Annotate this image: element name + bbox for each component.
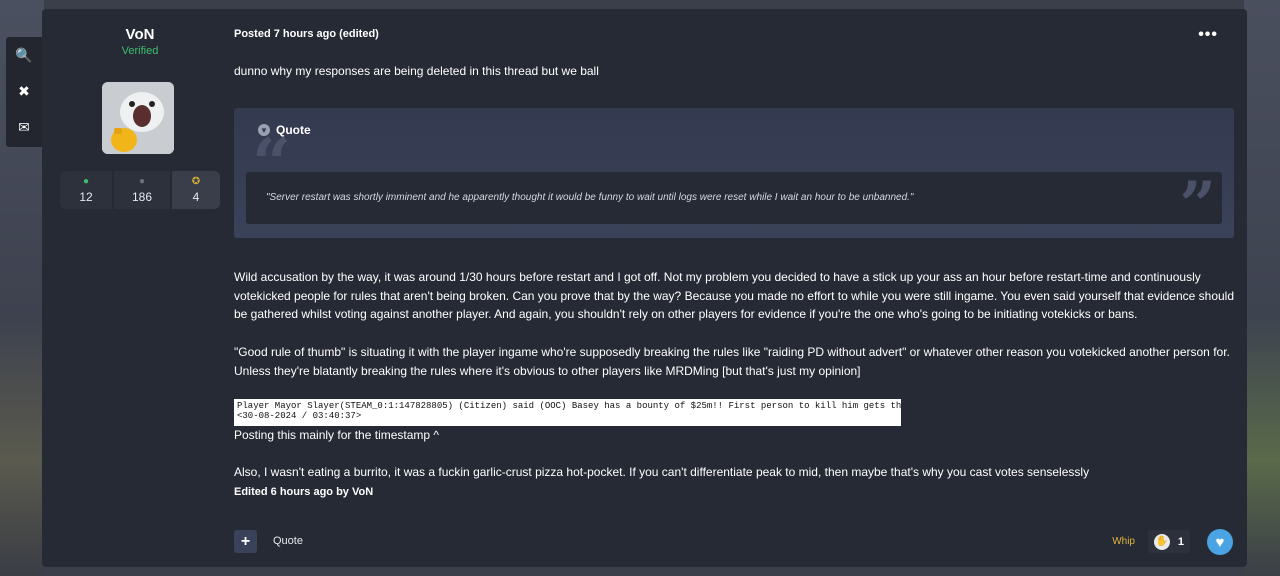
stat-awards[interactable]: ✪ 4: [172, 171, 220, 209]
search-icon[interactable]: 🔍: [6, 37, 42, 73]
reaction-label: Whip: [1112, 536, 1135, 547]
edited-note: Edited 6 hours ago by VoN: [234, 486, 374, 498]
heart-icon[interactable]: ♥: [1207, 529, 1233, 555]
quote-body: "Server restart was shortly imminent and…: [246, 172, 1222, 238]
post-paragraph-2: "Good rule of thumb" is situating it wit…: [234, 345, 1230, 378]
post-footer: + Quote Whip ✋ 1 ♥: [234, 529, 1234, 555]
multiquote-button[interactable]: +: [234, 530, 257, 553]
stat-reputation[interactable]: ● 12: [60, 171, 112, 209]
reaction-count: 1: [1177, 535, 1184, 548]
log-line: <30-08-2024 / 03:40:37>: [237, 411, 362, 421]
close-icon[interactable]: ✖: [6, 73, 42, 109]
quote-close-icon: ”: [1179, 168, 1216, 243]
quote-text: "Server restart was shortly imminent and…: [266, 192, 914, 203]
forum-post: VoN Verified ● 12 ● 186 ✪ 4 Posted 7 hou…: [42, 9, 1247, 567]
stat-value: 186: [131, 190, 153, 204]
post-meta[interactable]: Posted 7 hours ago (edited): [234, 28, 379, 40]
side-toolbar: 🔍 ✖ ✉: [6, 37, 42, 147]
avatar[interactable]: [102, 82, 174, 154]
whip-reaction-icon: ✋: [1154, 533, 1170, 550]
chat-icon: ●: [138, 176, 146, 187]
quote-button[interactable]: Quote: [273, 535, 303, 547]
post-paragraph-1: Wild accusation by the way, it was aroun…: [234, 270, 1235, 322]
plus-circle-icon: ●: [82, 176, 90, 187]
post-paragraph-3: Posting this mainly for the timestamp ^: [234, 428, 440, 442]
log-line: Player Mayor Slayer(STEAM_0:1:147828805)…: [237, 401, 901, 411]
author-role: Verified: [121, 45, 159, 57]
background-right: [1244, 0, 1280, 576]
post-paragraph-4: Also, I wasn't eating a burrito, it was …: [234, 465, 1090, 479]
author-name[interactable]: VoN: [60, 26, 220, 43]
avatar-image: [102, 82, 174, 154]
stat-value: 12: [79, 190, 93, 204]
post-intro: dunno why my responses are being deleted…: [234, 64, 599, 78]
log-screenshot[interactable]: Player Mayor Slayer(STEAM_0:1:147828805)…: [234, 399, 901, 426]
quote-block: ▼ Quote “ "Server restart was shortly im…: [234, 108, 1234, 238]
author-stats: ● 12 ● 186 ✪ 4: [60, 171, 220, 209]
mail-icon[interactable]: ✉: [6, 109, 42, 145]
stat-posts[interactable]: ● 186: [114, 171, 170, 209]
reaction-summary[interactable]: ✋ 1: [1148, 530, 1190, 553]
more-options-icon[interactable]: •••: [1198, 26, 1218, 44]
medal-icon: ✪: [191, 176, 201, 187]
stat-value: 4: [192, 190, 200, 204]
